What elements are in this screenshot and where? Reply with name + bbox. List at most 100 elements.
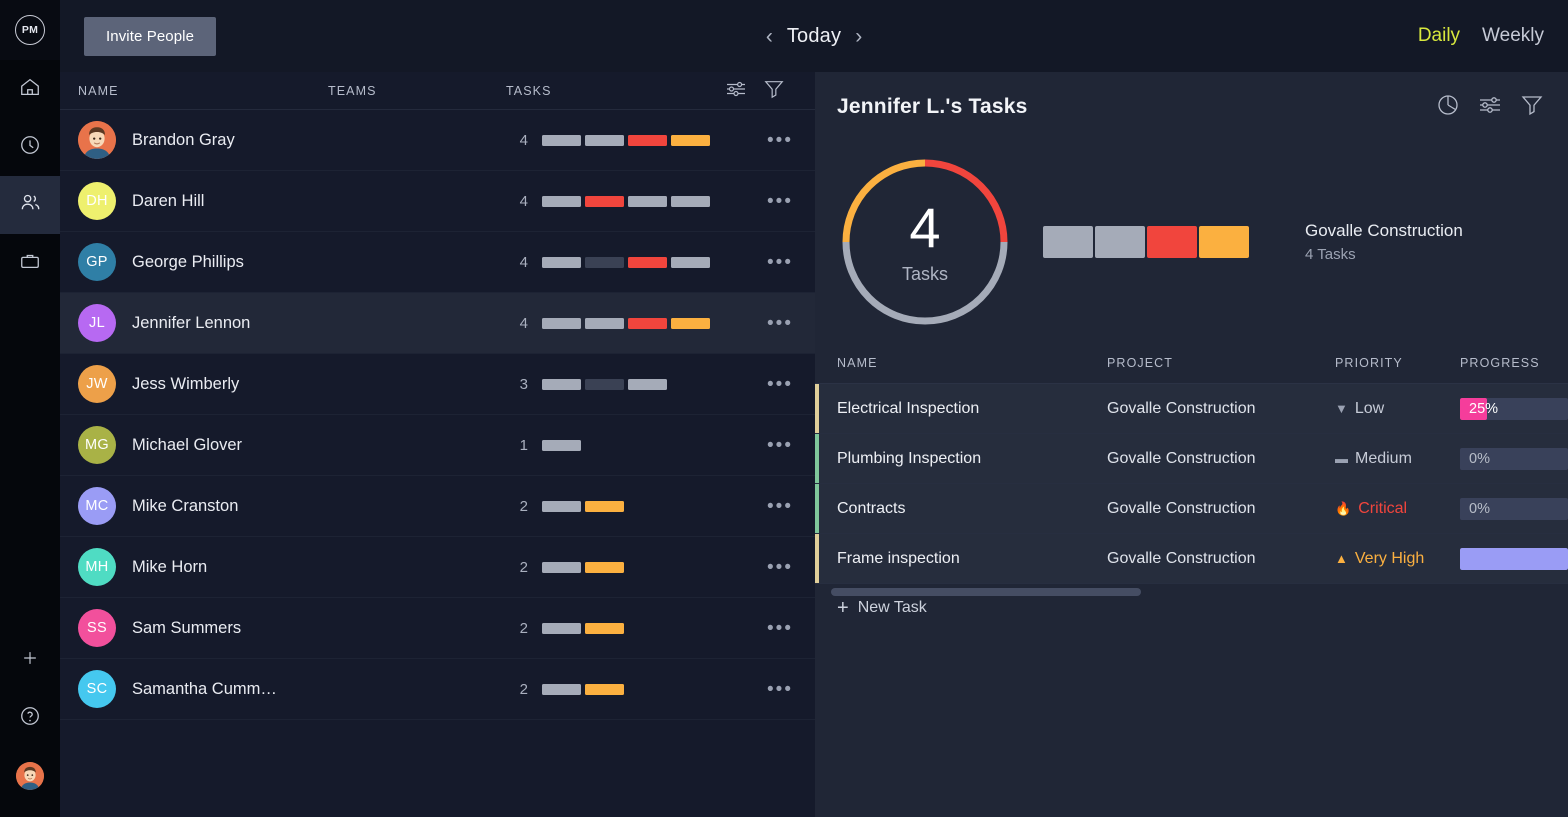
sidebar-item-timesheets[interactable]: [0, 118, 60, 176]
column-header-tasks: TASKS: [506, 84, 725, 98]
task-status-bars: [542, 440, 753, 451]
sliders-icon[interactable]: [725, 80, 747, 101]
avatar: DH: [78, 182, 116, 220]
task-progress-cell[interactable]: 0%: [1460, 448, 1568, 470]
task-status-segment: [585, 501, 624, 512]
table-row[interactable]: MHMike Horn2•••: [60, 537, 815, 598]
donut-task-count: 4: [909, 200, 940, 256]
date-navigator: ‹ Today ›: [60, 25, 1568, 48]
row-actions-menu[interactable]: •••: [753, 253, 793, 272]
help-icon: [19, 705, 41, 732]
tab-daily[interactable]: Daily: [1418, 25, 1460, 47]
tasks-footer: + New Task: [815, 598, 1568, 680]
task-progress-cell[interactable]: 0%: [1460, 498, 1568, 520]
table-row[interactable]: MCMike Cranston2•••: [60, 476, 815, 537]
task-status-bars: [542, 684, 753, 695]
new-task-button[interactable]: + New Task: [837, 598, 927, 618]
flame-icon: 🔥: [1335, 502, 1351, 515]
sidebar-add-button[interactable]: [0, 631, 60, 689]
current-date-label[interactable]: Today: [787, 25, 841, 48]
table-row[interactable]: SCSamantha Cumm…2•••: [60, 659, 815, 720]
tab-weekly[interactable]: Weekly: [1482, 25, 1544, 47]
new-task-label: New Task: [858, 599, 927, 617]
task-row[interactable]: Electrical InspectionGovalle Constructio…: [815, 384, 1568, 434]
avatar: [78, 121, 116, 159]
sliders-icon[interactable]: [1478, 95, 1502, 120]
task-priority[interactable]: ▬Medium: [1335, 450, 1460, 468]
row-actions-menu[interactable]: •••: [753, 558, 793, 577]
avatar-initials: MH: [85, 559, 108, 575]
sidebar-item-team[interactable]: [0, 176, 60, 234]
row-actions-menu[interactable]: •••: [753, 619, 793, 638]
clock-icon: [19, 134, 41, 161]
task-priority-label: Low: [1355, 400, 1384, 418]
table-row[interactable]: JLJennifer Lennon4•••: [60, 293, 815, 354]
task-progress-cell[interactable]: 25%: [1460, 398, 1568, 420]
table-row[interactable]: Brandon Gray 4 •••: [60, 110, 815, 171]
filter-icon[interactable]: [1520, 93, 1544, 122]
people-list-pane: NAME TEAMS TASKS: [60, 72, 815, 817]
task-priority[interactable]: ▲Very High: [1335, 550, 1460, 568]
task-count: 4: [506, 132, 528, 149]
person-name: Sam Summers: [132, 619, 241, 638]
main-area: Invite People ‹ Today › Daily Weekly NAM…: [60, 0, 1568, 817]
tasks-donut-chart: 4 Tasks: [837, 154, 1013, 330]
task-priority[interactable]: 🔥Critical: [1335, 500, 1460, 518]
task-status-bars: [542, 562, 753, 573]
task-progress-cell[interactable]: [1460, 548, 1568, 570]
row-actions-menu[interactable]: •••: [753, 680, 793, 699]
scrollbar-track[interactable]: [831, 588, 1568, 596]
avatar: MG: [78, 426, 116, 464]
task-status-segment: [671, 196, 710, 207]
task-status-segment: [585, 196, 624, 207]
task-project: Govalle Construction: [1107, 450, 1335, 468]
scrollbar-thumb[interactable]: [831, 588, 1141, 596]
sidebar-user-avatar[interactable]: [0, 747, 60, 805]
person-identity: Brandon Gray: [78, 121, 506, 159]
app-logo[interactable]: PM: [0, 0, 60, 60]
person-identity: MG Michael Glover: [78, 426, 506, 464]
task-row[interactable]: ContractsGovalle Construction🔥Critical0%: [815, 484, 1568, 534]
sidebar-help-button[interactable]: [0, 689, 60, 747]
task-count: 4: [506, 254, 528, 271]
person-name: Brandon Gray: [132, 131, 235, 150]
person-name: Jess Wimberly: [132, 375, 239, 394]
row-actions-menu[interactable]: •••: [753, 375, 793, 394]
task-status-segment: [585, 623, 624, 634]
logo-badge-text: PM: [15, 15, 45, 45]
row-actions-menu[interactable]: •••: [753, 131, 793, 150]
person-name: Daren Hill: [132, 192, 204, 211]
row-actions-menu[interactable]: •••: [753, 497, 793, 516]
task-column-progress: PROGRESS: [1460, 356, 1568, 370]
task-status-segment: [542, 501, 581, 512]
invite-people-button[interactable]: Invite People: [84, 17, 216, 56]
task-row[interactable]: Frame inspectionGovalle Construction▲Ver…: [815, 534, 1568, 584]
sidebar-item-home[interactable]: [0, 60, 60, 118]
table-row[interactable]: SSSam Summers2•••: [60, 598, 815, 659]
table-row[interactable]: DHDaren Hill4•••: [60, 171, 815, 232]
table-row[interactable]: GPGeorge Phillips4•••: [60, 232, 815, 293]
table-row[interactable]: JWJess Wimberly3•••: [60, 354, 815, 415]
avatar-initials: SS: [87, 620, 107, 636]
tasks-horizontal-scrollbar[interactable]: [815, 584, 1568, 598]
sidebar-item-projects[interactable]: [0, 234, 60, 292]
table-row[interactable]: MGMichael Glover1•••: [60, 415, 815, 476]
next-day-button[interactable]: ›: [855, 26, 862, 47]
task-priority[interactable]: ▼Low: [1335, 400, 1460, 418]
task-count: 2: [506, 498, 528, 515]
task-status-segment: [542, 684, 581, 695]
row-actions-menu[interactable]: •••: [753, 314, 793, 333]
person-identity: DH Daren Hill: [78, 182, 506, 220]
column-header-name: NAME: [78, 84, 328, 98]
row-actions-menu[interactable]: •••: [753, 192, 793, 211]
filter-icon[interactable]: [763, 78, 785, 103]
row-actions-menu[interactable]: •••: [753, 436, 793, 455]
prev-day-button[interactable]: ‹: [766, 26, 773, 47]
person-name: Mike Cranston: [132, 497, 238, 516]
detail-header: Jennifer L.'s Tasks: [815, 72, 1568, 142]
task-row[interactable]: Plumbing InspectionGovalle Construction▬…: [815, 434, 1568, 484]
person-name: Michael Glover: [132, 436, 242, 455]
task-count: 4: [506, 315, 528, 332]
task-column-project: PROJECT: [1107, 356, 1335, 370]
pie-chart-icon[interactable]: [1436, 93, 1460, 122]
